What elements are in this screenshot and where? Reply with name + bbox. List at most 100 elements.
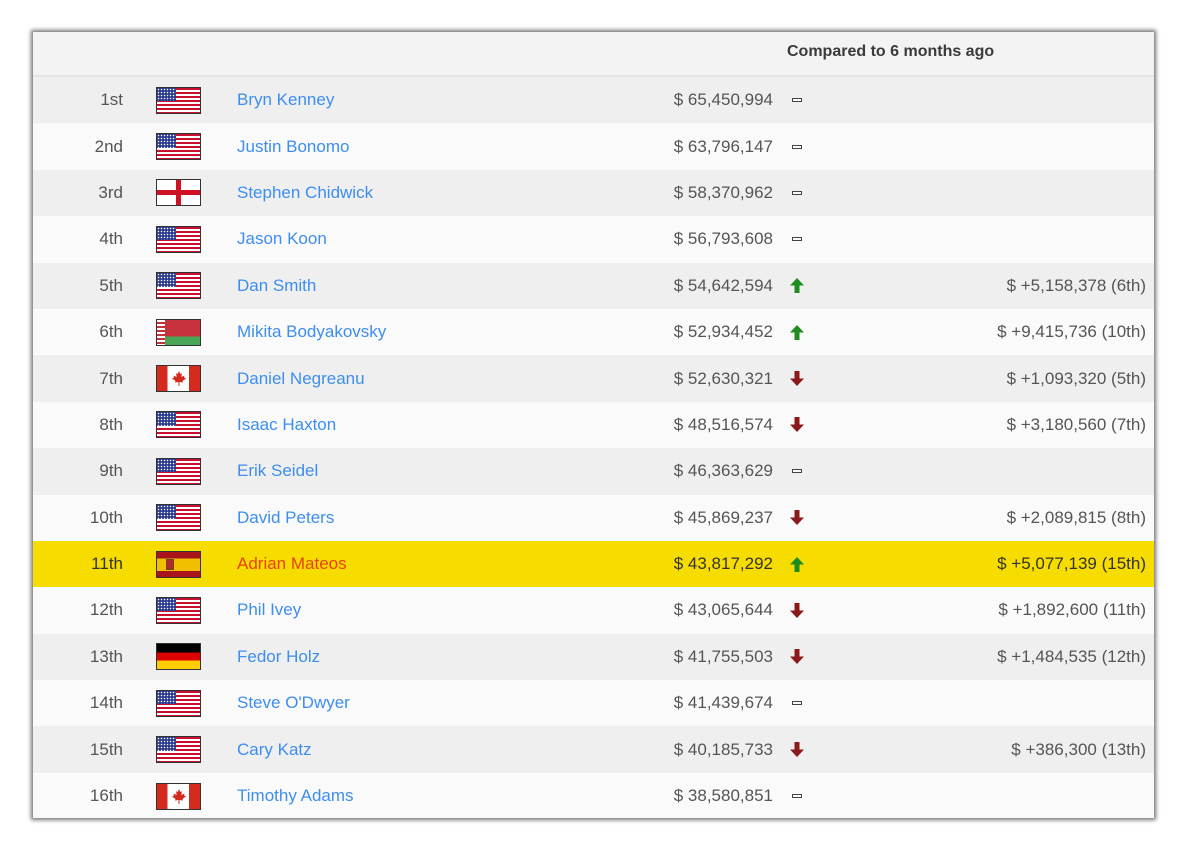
table-row: 1st Bryn Kenney $ 65,450,994 xyxy=(33,77,1154,124)
total-earnings: $ 43,065,644 xyxy=(673,600,773,620)
earnings-change: $ +5,077,139 (15th) xyxy=(997,554,1146,574)
total-earnings: $ 41,755,503 xyxy=(673,646,773,666)
table-row: 6th Mikita Bodyakovsky $ 52,934,452 $ +9,41… xyxy=(33,308,1154,356)
player-name-link[interactable]: Timothy Adams xyxy=(237,773,354,818)
total-earnings: $ 48,516,574 xyxy=(673,414,773,434)
usa-flag-icon xyxy=(156,133,201,161)
table-row: 16th Timothy Adams $ 38,580,851 xyxy=(33,772,1154,818)
usa-flag-icon xyxy=(156,689,201,717)
flag-cell xyxy=(156,263,204,309)
rank: 12th xyxy=(89,600,123,620)
earnings-change xyxy=(793,123,1146,169)
flag-cell xyxy=(156,309,204,355)
player-name-link[interactable]: Jason Koon xyxy=(237,216,327,262)
flag-cell xyxy=(156,495,204,541)
flag-cell xyxy=(156,726,204,772)
usa-flag-icon xyxy=(156,596,201,624)
rank: 13th xyxy=(89,646,123,666)
table-row: 4th Jason Koon $ 56,793,608 xyxy=(33,216,1154,263)
total-earnings: $ 54,642,594 xyxy=(673,275,773,295)
player-name-link[interactable]: Mikita Bodyakovsky xyxy=(237,309,386,355)
earnings-change: $ +1,093,320 (5th) xyxy=(1006,368,1146,388)
table-row: 7th Daniel Negreanu $ 52,630,321 $ +1,093,3… xyxy=(33,355,1154,402)
total-earnings: $ 43,817,292 xyxy=(673,554,773,574)
earnings-change: $ +9,415,736 (10th) xyxy=(997,322,1146,342)
total-earnings: $ 38,580,851 xyxy=(673,786,773,806)
rank: 15th xyxy=(89,739,123,759)
flag-cell xyxy=(156,541,204,587)
rank: 10th xyxy=(89,507,123,527)
rank: 4th xyxy=(99,229,123,249)
usa-flag-icon xyxy=(156,411,201,439)
player-name-link[interactable]: David Peters xyxy=(237,495,334,541)
flag-cell xyxy=(156,773,204,818)
total-earnings: $ 45,869,237 xyxy=(673,507,773,527)
rank: 5th xyxy=(99,275,123,295)
table-row: 9th Erik Seidel $ 46,363,629 xyxy=(33,448,1154,495)
table-row: 10th David Peters $ 45,869,237 $ +2,089,815… xyxy=(33,494,1154,541)
player-name-link[interactable]: Justin Bonomo xyxy=(237,123,349,169)
rank: 8th xyxy=(99,414,123,434)
table-row: 8th Isaac Haxton $ 48,516,574 $ +3,180,560 … xyxy=(33,401,1154,449)
table-row: 2nd Justin Bonomo $ 63,796,147 xyxy=(33,123,1154,170)
rank: 11th xyxy=(91,554,123,574)
earnings-change xyxy=(793,448,1146,494)
earnings-change xyxy=(793,170,1146,216)
spain-flag-icon xyxy=(156,550,201,578)
earnings-change: $ +1,892,600 (11th) xyxy=(998,600,1146,620)
usa-flag-icon xyxy=(156,225,201,253)
usa-flag-icon xyxy=(156,736,201,764)
flag-cell xyxy=(156,587,204,633)
table-row: 13th Fedor Holz $ 41,755,503 $ +1,484,535 (… xyxy=(33,633,1154,681)
rank: 2nd xyxy=(94,136,123,156)
player-name-link[interactable]: Steve O'Dwyer xyxy=(237,680,350,726)
total-earnings: $ 56,793,608 xyxy=(673,229,773,249)
usa-flag-icon xyxy=(156,504,201,532)
earnings-change: $ +2,089,815 (8th) xyxy=(1006,507,1146,527)
germany-flag-icon xyxy=(156,643,201,671)
player-name-link[interactable]: Cary Katz xyxy=(237,726,312,772)
player-name-link[interactable]: Dan Smith xyxy=(237,263,316,309)
comparison-column-header: Compared to 6 months ago xyxy=(787,43,995,60)
usa-flag-icon xyxy=(156,457,201,485)
player-name-link[interactable]: Fedor Holz xyxy=(237,634,320,680)
total-earnings: $ 46,363,629 xyxy=(673,461,773,481)
player-name-link[interactable]: Adrian Mateos xyxy=(237,541,347,587)
total-earnings: $ 63,796,147 xyxy=(673,136,773,156)
flag-cell xyxy=(156,448,204,494)
canada-flag-icon xyxy=(156,365,201,393)
total-earnings: $ 52,630,321 xyxy=(673,368,773,388)
player-name-link[interactable]: Bryn Kenney xyxy=(237,77,334,123)
table-row: 14th Steve O'Dwyer $ 41,439,674 xyxy=(33,680,1154,727)
player-name-link[interactable]: Erik Seidel xyxy=(237,448,318,494)
flag-cell xyxy=(156,634,204,680)
rank: 14th xyxy=(89,693,123,713)
total-earnings: $ 58,370,962 xyxy=(673,182,773,202)
rank: 3rd xyxy=(98,182,123,202)
table-row: 11th Adrian Mateos $ 43,817,292 $ +5,077,13… xyxy=(33,540,1154,588)
table-row: 5th Dan Smith $ 54,642,594 $ +5,158,378 (6t… xyxy=(33,262,1154,309)
rank: 7th xyxy=(99,368,123,388)
player-name-link[interactable]: Stephen Chidwick xyxy=(237,170,373,216)
player-name-link[interactable]: Phil Ivey xyxy=(237,587,301,633)
usa-flag-icon xyxy=(156,272,201,300)
earnings-change xyxy=(793,77,1146,123)
rank: 1st xyxy=(100,90,123,110)
usa-flag-icon xyxy=(156,86,201,114)
table-header: Compared to 6 months ago xyxy=(33,32,1154,77)
flag-cell xyxy=(156,216,204,262)
flag-cell xyxy=(156,123,204,169)
earnings-change: $ +3,180,560 (7th) xyxy=(1006,414,1146,434)
total-earnings: $ 41,439,674 xyxy=(673,693,773,713)
rank: 16th xyxy=(89,786,123,806)
flag-cell xyxy=(156,170,204,216)
earnings-change xyxy=(793,773,1146,818)
earnings-change xyxy=(793,680,1146,726)
earnings-change xyxy=(793,216,1146,262)
player-name-link[interactable]: Isaac Haxton xyxy=(237,402,336,448)
player-name-link[interactable]: Daniel Negreanu xyxy=(237,355,365,401)
belarus-flag-icon xyxy=(156,318,201,346)
table-row: 12th Phil Ivey $ 43,065,644 $ +1,892,600 (1… xyxy=(33,587,1154,634)
flag-cell xyxy=(156,77,204,123)
flag-cell xyxy=(156,402,204,448)
